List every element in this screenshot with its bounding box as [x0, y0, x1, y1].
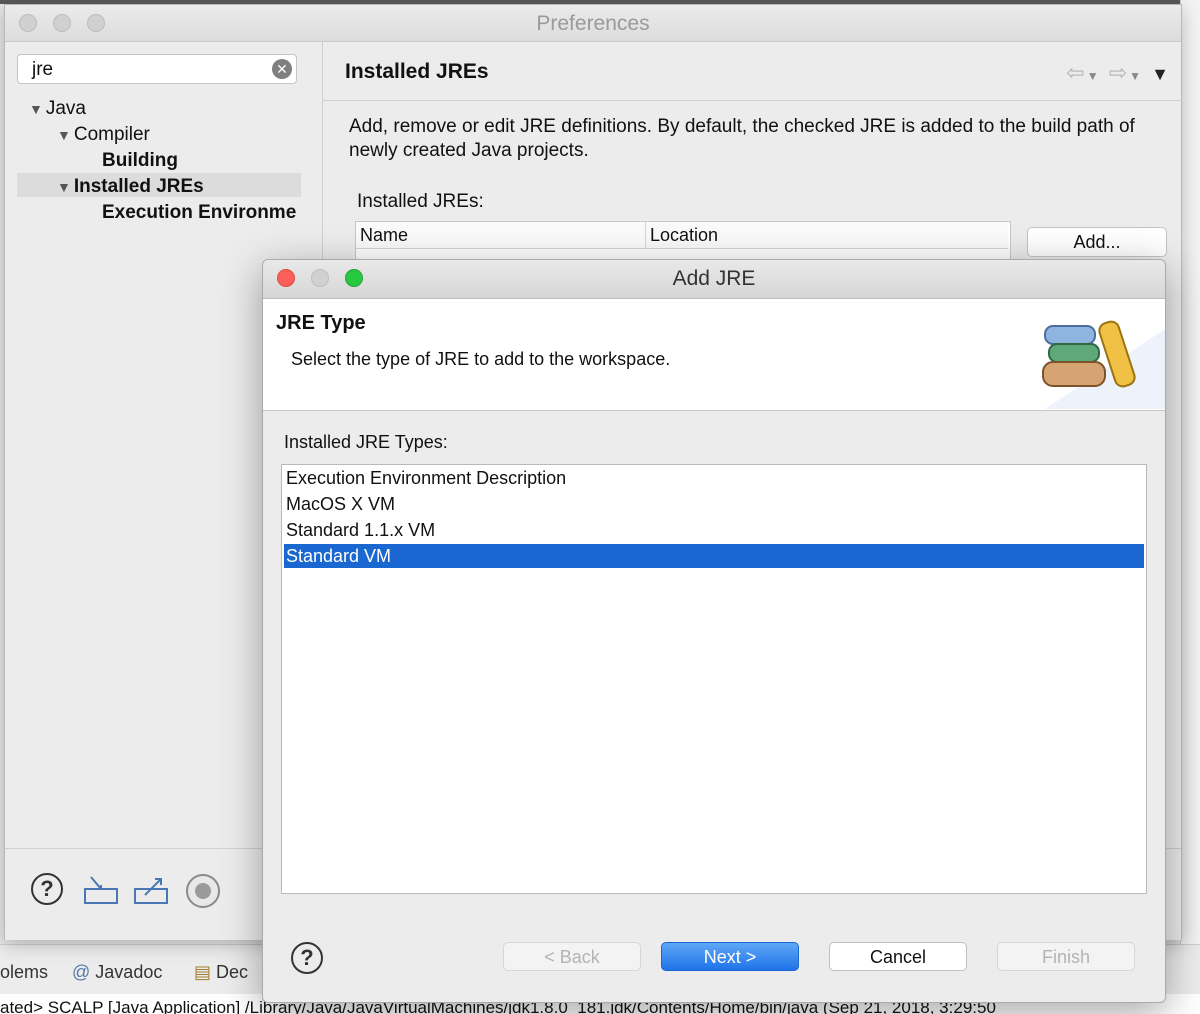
export-icon[interactable]	[133, 873, 168, 907]
list-item[interactable]: MacOS X VM	[284, 492, 1144, 516]
page-header: Installed JREs ⇦▼ ⇨▼ ▼	[323, 42, 1181, 101]
tree-item-execution-environments[interactable]: Execution Environme	[102, 202, 296, 224]
back-arrow-icon[interactable]: ⇦	[1066, 60, 1086, 85]
dialog-button-bar: ? < Back Next > Cancel Finish	[263, 910, 1165, 1002]
window-title: Preferences	[536, 12, 650, 35]
list-item[interactable]: Execution Environment Description	[284, 466, 1144, 490]
chevron-down-icon[interactable]: ▼	[1129, 69, 1143, 83]
filter-input[interactable]: jre ✕	[17, 54, 297, 84]
page-description: Add, remove or edit JRE definitions. By …	[349, 116, 1135, 161]
dialog-title: Add JRE	[672, 267, 756, 290]
add-jre-dialog: Add JRE JRE Type Select the type of JRE …	[262, 259, 1166, 1003]
jre-library-icon	[1035, 299, 1165, 409]
record-icon[interactable]	[185, 873, 220, 908]
column-header-name[interactable]: Name	[356, 222, 646, 249]
help-icon[interactable]: ?	[291, 942, 325, 976]
declaration-icon: ▤	[194, 962, 212, 982]
chevron-down-icon[interactable]: ▼	[1087, 69, 1101, 83]
declaration-tab[interactable]: ▤ Dec	[194, 962, 248, 983]
filter-value[interactable]: jre	[32, 59, 53, 81]
wizard-page-message: Select the type of JRE to add to the wor…	[291, 349, 671, 369]
expand-triangle-icon[interactable]: ▼	[29, 101, 43, 117]
navigation-arrows: ⇦▼ ⇨▼ ▼	[1066, 60, 1171, 86]
tree-item-building[interactable]: Building	[102, 150, 178, 172]
finish-button[interactable]: Finish	[997, 942, 1135, 971]
clear-icon[interactable]: ✕	[272, 59, 292, 79]
list-item[interactable]: Standard 1.1.x VM	[284, 518, 1144, 542]
tree-item-installed-jres[interactable]: ▼ Installed JREs	[57, 176, 204, 198]
list-item-selected[interactable]: Standard VM	[284, 544, 1144, 568]
cancel-button[interactable]: Cancel	[829, 942, 967, 971]
next-button[interactable]: Next >	[661, 942, 799, 971]
page-title: Installed JREs	[345, 60, 489, 83]
installed-jres-label: Installed JREs:	[357, 191, 484, 212]
forward-arrow-icon[interactable]: ⇨	[1109, 60, 1129, 85]
help-icon[interactable]: ?	[31, 873, 65, 907]
back-button[interactable]: < Back	[503, 942, 641, 971]
at-icon: @	[72, 962, 91, 982]
wizard-header: JRE Type Select the type of JRE to add t…	[263, 299, 1165, 411]
tree-item-java[interactable]: ▼ Java	[29, 98, 86, 120]
add-button[interactable]: Add...	[1027, 227, 1167, 257]
view-menu-icon[interactable]: ▼	[1151, 64, 1171, 84]
expand-triangle-icon[interactable]: ▼	[57, 127, 71, 143]
ide-right-edge	[1180, 0, 1200, 1014]
expand-triangle-icon[interactable]: ▼	[57, 179, 71, 195]
column-header-location[interactable]: Location	[646, 222, 1008, 249]
preferences-titlebar: Preferences	[5, 5, 1181, 42]
jre-types-list[interactable]: Execution Environment Description MacOS …	[281, 464, 1147, 894]
tree-item-compiler[interactable]: ▼ Compiler	[57, 124, 150, 146]
problems-tab[interactable]: olems	[0, 962, 48, 983]
dialog-titlebar: Add JRE	[263, 260, 1165, 299]
wizard-page-title: JRE Type	[276, 312, 366, 334]
import-icon[interactable]	[83, 873, 118, 907]
javadoc-tab[interactable]: @ Javadoc	[72, 962, 162, 983]
installed-jre-types-label: Installed JRE Types:	[284, 432, 448, 452]
